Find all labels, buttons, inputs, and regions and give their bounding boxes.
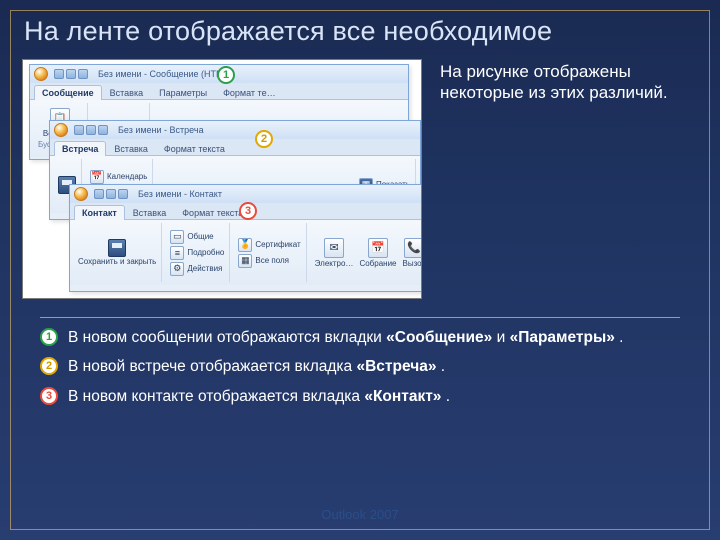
bullet-badge-3: 3 (40, 387, 58, 405)
window-title: Без имени - Контакт (138, 189, 222, 199)
tab-insert[interactable]: Вставка (125, 205, 174, 220)
quick-access-toolbar (74, 125, 108, 135)
numbered-list: 1 В новом сообщении отображаются вкладки… (40, 317, 680, 406)
email-button[interactable]: ✉Электро… (315, 238, 354, 268)
list-text-2: В новой встрече отображается вкладка «Вс… (68, 357, 445, 376)
calendar-icon: 📅 (90, 170, 104, 184)
qat-button[interactable] (66, 69, 76, 79)
bullet-badge-1: 1 (40, 328, 58, 346)
ribbon-tabs: Встреча Вставка Формат текста (50, 139, 420, 155)
tab-format[interactable]: Формат текста (156, 141, 233, 156)
phone-icon: 📞 (404, 238, 422, 258)
qat-button[interactable] (54, 69, 64, 79)
divider (40, 317, 680, 318)
window-title: Без имени - Сообщение (HTML) (98, 69, 232, 79)
meeting-icon: 📅 (368, 238, 388, 258)
card-icon: ▭ (170, 230, 184, 244)
group-fields: 🏅Сертификат ▦Все поля (234, 223, 306, 282)
actions-icon: ⚙ (170, 262, 184, 276)
qat-button[interactable] (118, 189, 128, 199)
quick-access-toolbar (54, 69, 88, 79)
tab-format[interactable]: Формат те… (215, 85, 284, 100)
grid-icon: ▦ (238, 254, 252, 268)
list-text-3: В новом контакте отображается вкладка «К… (68, 387, 450, 406)
cert-button[interactable]: 🏅Сертификат (238, 238, 300, 252)
bullet-badge-2: 2 (40, 357, 58, 375)
tab-options[interactable]: Параметры (151, 85, 215, 100)
window-contact: Без имени - Контакт Контакт Вставка Форм… (69, 184, 422, 292)
tab-meeting[interactable]: Встреча (54, 141, 106, 156)
meeting-button[interactable]: 📅Собрание (359, 238, 396, 268)
content-row: Без имени - Сообщение (HTML) Сообщение В… (16, 59, 704, 299)
office-orb-icon[interactable] (34, 67, 48, 81)
group-show: ▭Общие ≡Подробно ⚙Действия (166, 223, 230, 282)
office-orb-icon[interactable] (54, 123, 68, 137)
qat-button[interactable] (94, 189, 104, 199)
group-comm: ✉Электро… 📅Собрание 📞Вызов (311, 223, 422, 282)
tab-insert[interactable]: Вставка (106, 141, 155, 156)
titlebar: Без имени - Встреча (50, 121, 420, 139)
callout-badge-3: 3 (239, 202, 257, 220)
tab-message[interactable]: Сообщение (34, 85, 102, 100)
list-text-1: В новом сообщении отображаются вкладки «… (68, 328, 623, 347)
description-text: На рисунке отображены некоторые из этих … (440, 59, 690, 104)
qat-button[interactable] (78, 69, 88, 79)
mail-icon: ✉ (324, 238, 344, 258)
call-button[interactable]: 📞Вызов (402, 238, 422, 268)
quick-access-toolbar (94, 189, 128, 199)
calendar-button[interactable]: 📅Календарь (90, 170, 147, 184)
slide-footer: Outlook 2007 (0, 507, 720, 522)
qat-button[interactable] (98, 125, 108, 135)
save-label: Сохранить и закрыть (78, 258, 156, 266)
list-item-3: 3 В новом контакте отображается вкладка … (40, 387, 680, 406)
callout-badge-2: 2 (255, 130, 273, 148)
slide: На ленте отображается все необходимое Бе… (0, 0, 720, 540)
slide-title: На ленте отображается все необходимое (24, 16, 704, 47)
qat-button[interactable] (106, 189, 116, 199)
cert-icon: 🏅 (238, 238, 252, 252)
callout-badge-1: 1 (217, 66, 235, 84)
qat-button[interactable] (86, 125, 96, 135)
screenshot-area: Без имени - Сообщение (HTML) Сообщение В… (22, 59, 422, 299)
ribbon-tabs: Сообщение Вставка Параметры Формат те… (30, 83, 408, 99)
window-title: Без имени - Встреча (118, 125, 204, 135)
list-item-1: 1 В новом сообщении отображаются вкладки… (40, 328, 680, 347)
tab-insert[interactable]: Вставка (102, 85, 151, 100)
group-save: Сохранить и закрыть (74, 223, 162, 282)
save-icon (108, 239, 126, 257)
save-close-button[interactable]: Сохранить и закрыть (78, 239, 156, 266)
details-button[interactable]: ≡Подробно (170, 246, 224, 260)
ribbon: Сохранить и закрыть ▭Общие ≡Подробно ⚙Де… (70, 219, 422, 285)
allfields-button[interactable]: ▦Все поля (238, 254, 289, 268)
general-button[interactable]: ▭Общие (170, 230, 213, 244)
tab-contact[interactable]: Контакт (74, 205, 125, 220)
office-orb-icon[interactable] (74, 187, 88, 201)
actions-button[interactable]: ⚙Действия (170, 262, 222, 276)
list-item-2: 2 В новой встрече отображается вкладка «… (40, 357, 680, 376)
details-icon: ≡ (170, 246, 184, 260)
titlebar: Без имени - Контакт (70, 185, 422, 203)
qat-button[interactable] (74, 125, 84, 135)
